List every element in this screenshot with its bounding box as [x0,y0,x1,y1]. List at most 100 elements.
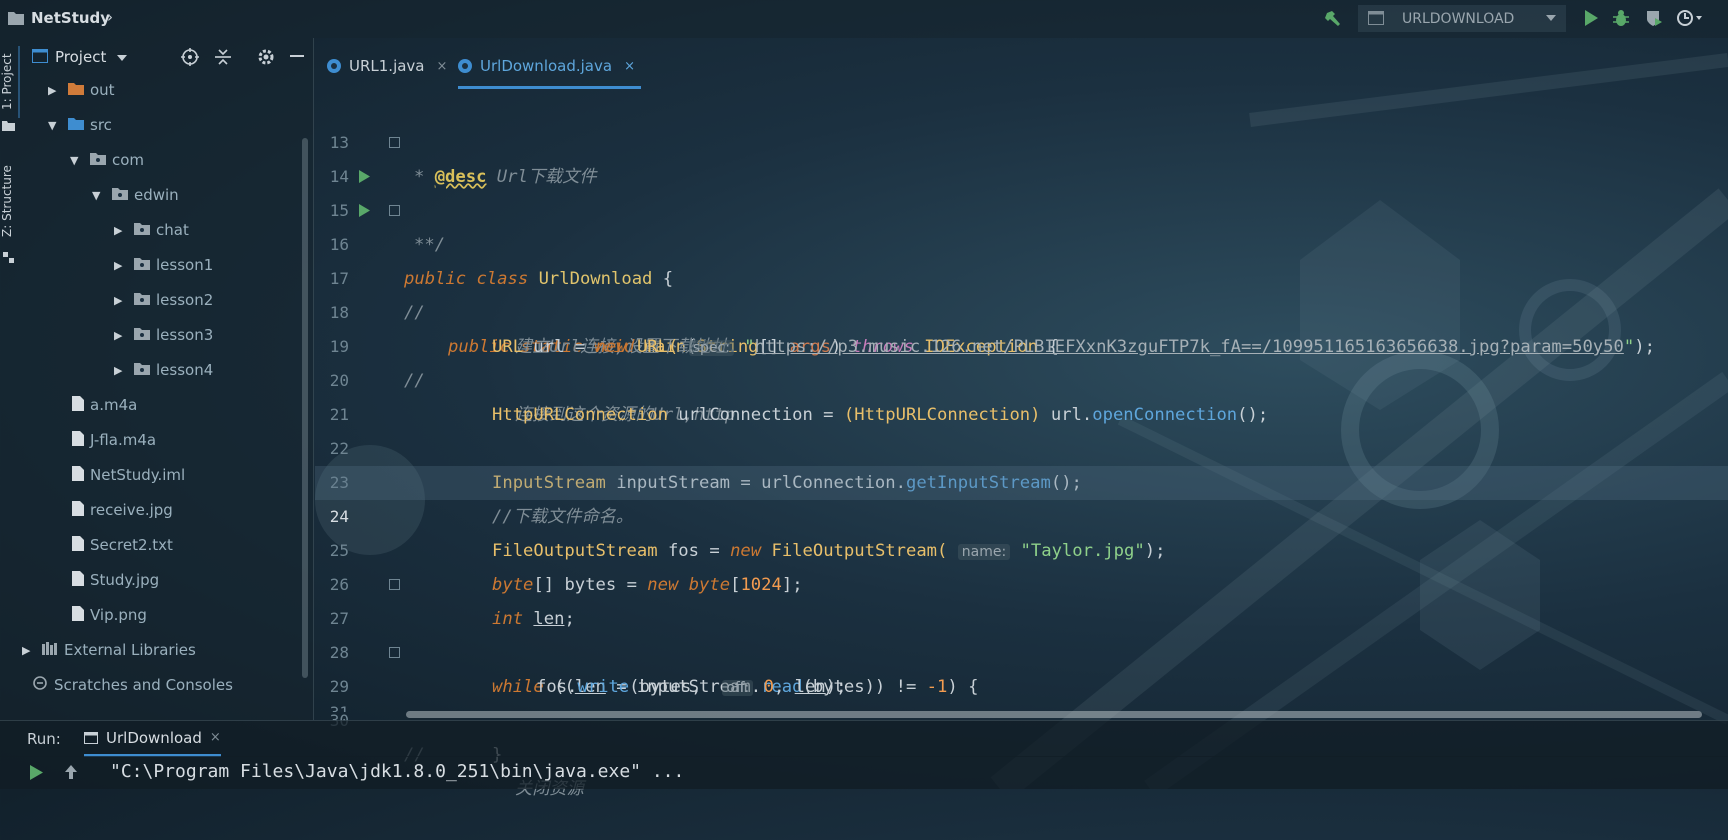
chevron-down-icon[interactable]: ▼ [70,154,84,167]
chevron-down-icon[interactable] [117,55,127,61]
tree-item-label: lesson4 [156,361,214,379]
chevron-right-icon[interactable]: ▶ [114,224,128,237]
project-name[interactable]: NetStudy [31,9,110,27]
chevron-right-icon[interactable]: ▶ [22,644,36,657]
project-scrollbar[interactable] [302,138,308,678]
tab-urldownload-java[interactable]: UrlDownload.java × [458,46,641,89]
tree-item[interactable]: Vip.png [62,599,147,631]
close-icon[interactable]: × [210,730,221,745]
code-line-current: 24 FileOutputStream fos = new FileOutput… [315,466,1728,561]
coverage-icon[interactable] [1645,9,1663,27]
tree-item[interactable]: ▶ lesson4 [114,354,213,386]
rerun-icon[interactable] [30,765,43,780]
tab-label: URL1.java [349,57,425,75]
tree-item[interactable]: ▶ out [48,74,115,106]
tree-item-label: src [90,116,112,134]
run-gutter-icon[interactable] [359,170,370,183]
package-icon [134,256,150,274]
run-configuration-select[interactable]: URLDOWNLOAD [1358,5,1566,32]
code-line: 19 // 连接到这个资源的Url,http [329,337,736,425]
chevron-down-icon[interactable]: ▼ [48,119,62,132]
tree-item[interactable]: ▼ com [70,144,144,176]
project-tool-tab[interactable]: 1: Project [0,46,20,118]
fold-marker-icon[interactable] [389,137,400,148]
tree-item-label: Secret2.txt [90,536,173,554]
fold-marker-icon[interactable] [389,647,400,658]
project-view-select[interactable]: Project [55,48,106,66]
window-icon [1368,11,1384,25]
tree-item[interactable]: NetStudy.iml [62,459,185,491]
tree-item[interactable]: ▶ chat [114,214,189,246]
chevron-right-icon: › [107,8,113,26]
tree-item[interactable]: receive.jpg [62,494,173,526]
run-panel-title: Run: [27,730,61,748]
package-icon [134,291,150,309]
arrow-up-icon[interactable] [64,764,78,780]
folder-icon [68,81,84,99]
chevron-right-icon[interactable]: ▶ [48,84,62,97]
tree-item-label: com [112,151,145,169]
hide-panel-icon[interactable] [290,55,304,58]
tree-item-label: edwin [134,186,179,204]
code-line: 21 [329,405,349,424]
close-icon[interactable]: × [437,59,448,74]
code-line: 26 int len; [329,575,575,629]
chevron-right-icon[interactable]: ▶ [114,259,128,272]
tree-item[interactable]: Scratches and Consoles [22,669,233,701]
gear-icon[interactable] [257,48,275,66]
tree-item[interactable]: Study.jpg [62,564,159,596]
tree-item[interactable]: ▼ src [48,109,112,141]
folder-icon [8,12,24,25]
debug-icon[interactable] [1612,9,1630,27]
package-icon [112,186,128,204]
tree-item-label: chat [156,221,189,239]
chevron-down-icon[interactable]: ▼ [92,189,106,202]
tree-item[interactable]: ▶ lesson2 [114,284,213,316]
code-line: 13 * @desc Url下载文件 [315,92,1728,187]
locate-icon[interactable] [181,48,199,66]
structure-tool-tab[interactable]: Z: Structure [0,154,18,248]
title-toolbar: NetStudy › URLDOWNLOAD [0,0,1728,38]
tool-window-strip: 1: Project Z: Structure [0,38,20,720]
tree-item[interactable]: J-fla.m4a [62,424,156,456]
code-line: 16 public static void main(String[] args… [315,194,1728,357]
fold-marker-icon[interactable] [389,579,400,590]
library-icon [42,641,58,659]
tree-item[interactable]: ▼ edwin [92,179,179,211]
tree-item-label: lesson2 [156,291,214,309]
run-configuration-label: URLDOWNLOAD [1402,11,1515,27]
profiler-icon[interactable] [1677,9,1703,27]
code-line: 27 while ((len = inputStream.read(bytes)… [315,568,1728,697]
run-tab-urldownload[interactable]: UrlDownload × [84,721,221,757]
collapse-all-icon[interactable] [215,48,231,66]
tab-label: UrlDownload.java [480,57,613,75]
editor-tabs: URL1.java × UrlDownload.java × [315,38,1728,89]
code-editor[interactable]: 13 * @desc Url下载文件 14 **/ 15 public clas… [315,92,1728,799]
package-icon [134,361,150,379]
tab-url1-java[interactable]: URL1.java × [327,46,447,86]
tree-item-label: a.m4a [90,396,138,414]
run-gutter-icon[interactable] [359,204,370,217]
code-line: 23 //下载文件命名。 [329,473,634,527]
tree-item[interactable]: a.m4a [62,389,137,421]
code-line: 30 // 关闭资源 [330,711,584,799]
tree-item[interactable]: Secret2.txt [62,529,173,561]
tree-item-label: Study.jpg [90,571,160,589]
tree-item[interactable]: ▶ External Libraries [22,634,196,666]
file-icon [72,500,84,520]
run-icon[interactable] [1583,9,1599,27]
code-line: 20 HttpURLConnection urlConnection = (Ht… [329,371,1269,425]
build-hammer-icon[interactable] [1324,9,1342,27]
tree-item[interactable]: ▶ lesson1 [114,249,213,281]
chevron-right-icon[interactable]: ▶ [114,364,128,377]
chevron-right-icon[interactable]: ▶ [114,294,128,307]
close-icon[interactable]: × [624,59,635,74]
file-icon [72,430,84,450]
tree-item[interactable]: ▶ lesson3 [114,319,213,351]
editor-horizontal-scrollbar[interactable] [406,711,1702,718]
file-icon [72,535,84,555]
fold-marker-icon[interactable] [389,205,400,216]
tree-item-label: receive.jpg [90,501,173,519]
chevron-right-icon[interactable]: ▶ [114,329,128,342]
code-line: 15 public class UrlDownload { [315,160,1728,289]
